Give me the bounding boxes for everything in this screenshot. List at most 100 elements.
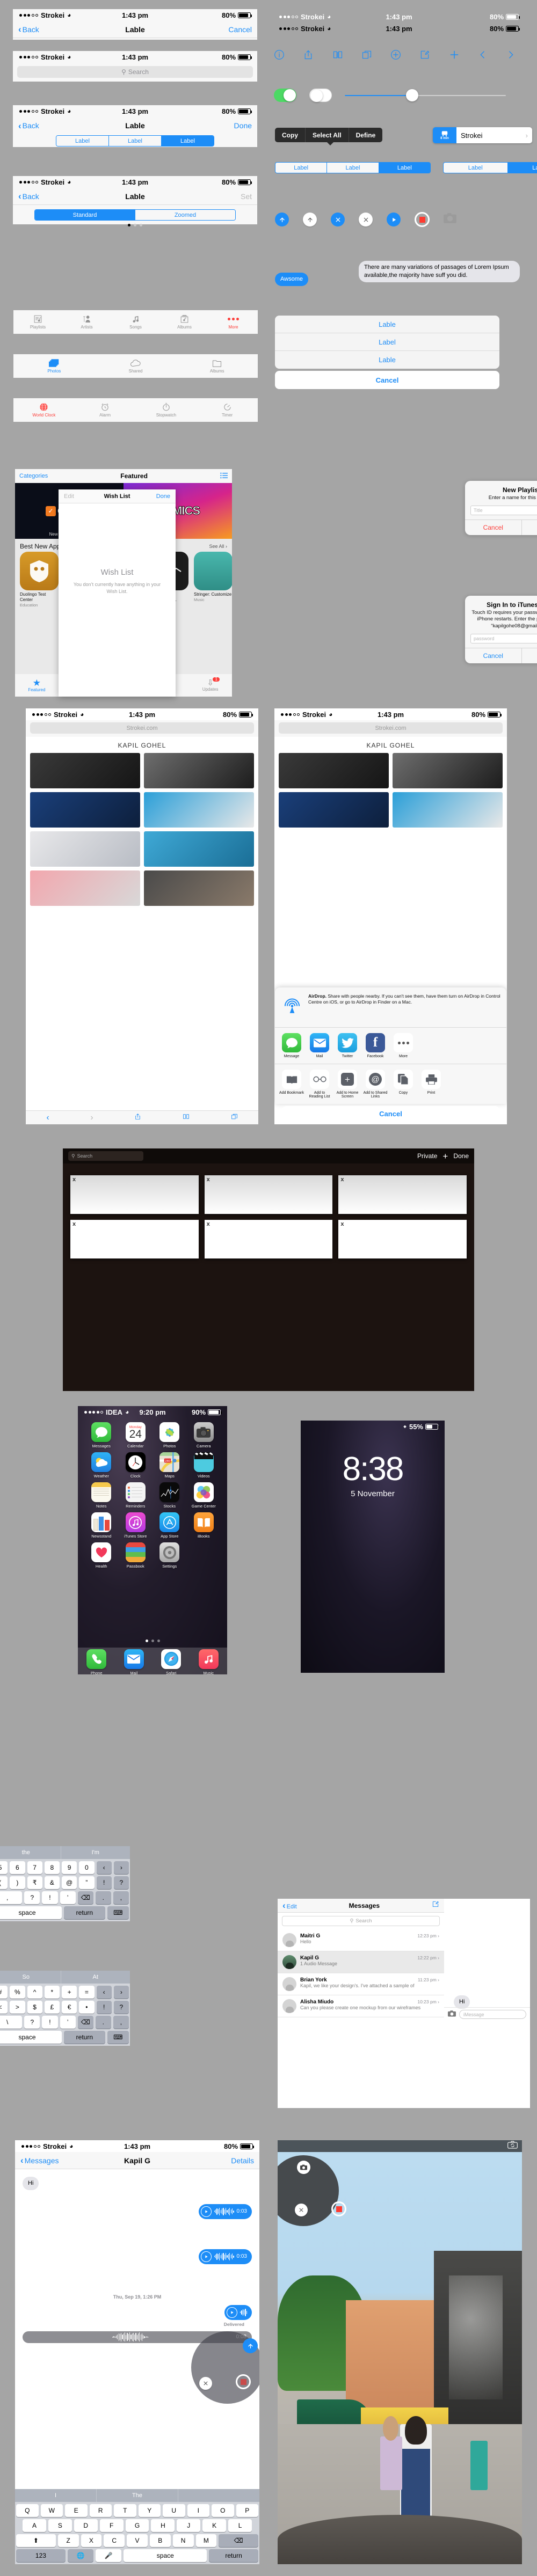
- key-exclaim[interactable]: !: [42, 1891, 58, 1904]
- tab-card[interactable]: x: [70, 1175, 199, 1214]
- backspace-icon[interactable]: ⌫: [77, 2016, 93, 2029]
- segment-label-2[interactable]: Label: [162, 136, 214, 146]
- action-reading-list[interactable]: Add to Reading List: [307, 1070, 332, 1099]
- share-app-twitter[interactable]: Twitter: [335, 1033, 360, 1058]
- tab-card[interactable]: x: [338, 1175, 467, 1214]
- play-icon[interactable]: [200, 2206, 212, 2217]
- play-button[interactable]: [387, 213, 401, 226]
- chevron-left-icon[interactable]: [478, 49, 488, 60]
- app-game-center[interactable]: Game Center: [187, 1482, 221, 1509]
- key-Y[interactable]: Y: [138, 2504, 161, 2517]
- play-icon[interactable]: [226, 2307, 237, 2318]
- key-period[interactable]: .: [95, 2016, 111, 2029]
- portfolio-thumb[interactable]: [30, 792, 140, 828]
- key-L[interactable]: L: [228, 2519, 252, 2532]
- close-tab-icon[interactable]: x: [72, 1221, 76, 1227]
- audio-message-bubble[interactable]: 0:03: [198, 2249, 252, 2264]
- app-settings[interactable]: Settings: [153, 1542, 187, 1569]
- address-input[interactable]: Strokei.com: [279, 722, 503, 734]
- portfolio-thumb[interactable]: [393, 792, 503, 828]
- close-x-button[interactable]: [359, 213, 373, 226]
- stop-record-button[interactable]: [415, 212, 430, 227]
- define-button[interactable]: Define: [349, 128, 383, 142]
- action-copy[interactable]: Copy: [391, 1070, 416, 1099]
- key-plus[interactable]: +: [62, 1986, 77, 1999]
- key-comma[interactable]: ,: [113, 2016, 129, 2029]
- categories-button[interactable]: Categories: [19, 473, 48, 479]
- prediction-2[interactable]: [178, 2489, 259, 2502]
- audio-message-bubble[interactable]: 0:03: [198, 2204, 252, 2219]
- details-button[interactable]: Details: [150, 2156, 254, 2165]
- toggle-switch-on[interactable]: [274, 89, 296, 102]
- prediction-0[interactable]: I: [15, 2489, 97, 2502]
- key-chevron-left[interactable]: ‹: [96, 1861, 112, 1874]
- key-at[interactable]: @: [62, 1876, 77, 1889]
- back-icon[interactable]: ‹: [46, 1113, 49, 1123]
- backspace-icon[interactable]: ⌫: [77, 1891, 93, 1904]
- action-home-screen[interactable]: + Add to Home Screen: [335, 1070, 360, 1099]
- list-item[interactable]: Alisha Miudo 10:23 pm › Can you please c…: [278, 1995, 444, 2017]
- slider-control[interactable]: [345, 89, 506, 102]
- portfolio-thumb[interactable]: [279, 753, 389, 788]
- forward-icon[interactable]: ›: [90, 1113, 93, 1123]
- action-add-bookmark[interactable]: Add Bookmark: [279, 1070, 304, 1099]
- app-videos[interactable]: Videos: [187, 1452, 221, 1479]
- segment-label-1[interactable]: Label: [109, 136, 162, 146]
- close-tab-icon[interactable]: x: [340, 1176, 344, 1183]
- key-dollar[interactable]: $: [27, 2001, 42, 2014]
- dock-phone[interactable]: Phone: [86, 1649, 107, 1674]
- app-weather[interactable]: Weather: [84, 1452, 119, 1479]
- key-5[interactable]: 5: [0, 1861, 8, 1874]
- plus-icon[interactable]: +: [442, 1152, 448, 1161]
- key-question[interactable]: ?: [24, 1891, 40, 1904]
- cancel-button[interactable]: Cancel: [145, 25, 252, 34]
- app-newsstand[interactable]: Newsstand: [84, 1512, 119, 1539]
- messages-search-input[interactable]: ⚲ Search: [282, 1916, 440, 1926]
- prediction-1[interactable]: I'm: [61, 1846, 130, 1859]
- key-question2[interactable]: ?: [24, 2016, 40, 2029]
- segmented-control-label[interactable]: Label Label Label: [56, 135, 214, 147]
- close-tab-icon[interactable]: x: [207, 1176, 210, 1183]
- portfolio-thumb[interactable]: [144, 870, 254, 906]
- segment-standard[interactable]: Standard: [35, 210, 135, 220]
- tab-stopwatch[interactable]: Stopwatch: [136, 402, 197, 418]
- app-clock[interactable]: Clock: [119, 1452, 153, 1479]
- share-icon[interactable]: [303, 49, 314, 60]
- camera-shutter-button[interactable]: [297, 2161, 310, 2174]
- tab-more[interactable]: More: [209, 314, 258, 330]
- back-button[interactable]: ‹ Back: [18, 25, 125, 34]
- share-sheet-cancel-button[interactable]: Cancel: [282, 1106, 499, 1121]
- portfolio-thumb[interactable]: [30, 870, 140, 906]
- key-return[interactable]: return: [209, 2549, 258, 2562]
- tab-playlists[interactable]: Playlists: [13, 314, 62, 330]
- prediction-0[interactable]: So: [0, 1971, 61, 1984]
- cancel-button[interactable]: Cancel: [465, 520, 522, 536]
- hide-keyboard-icon[interactable]: ⌨: [107, 1906, 129, 1919]
- portfolio-thumb[interactable]: [144, 831, 254, 867]
- key-less-than[interactable]: <: [0, 2001, 8, 2014]
- maps-eta-bubble[interactable]: 8 min Strokei ›: [433, 127, 532, 143]
- share-app-message[interactable]: Message: [279, 1033, 304, 1058]
- tabs-icon[interactable]: [361, 49, 372, 60]
- portfolio-thumb[interactable]: [30, 753, 140, 788]
- app-calendar[interactable]: Monday 24 Calendar: [119, 1422, 153, 1448]
- tab-card[interactable]: x: [204, 1175, 333, 1214]
- list-item[interactable]: Maitri G 12:23 pm › Hello: [278, 1929, 444, 1951]
- tab-card[interactable]: x: [70, 1220, 199, 1258]
- key-R[interactable]: R: [89, 2504, 112, 2517]
- close-tab-icon[interactable]: x: [207, 1221, 210, 1227]
- app-stocks[interactable]: Stocks: [153, 1482, 187, 1509]
- key-return[interactable]: return: [64, 1906, 105, 1919]
- camera-gray-icon[interactable]: [444, 213, 456, 226]
- segmented-control-label-3[interactable]: Label Label: [443, 162, 537, 173]
- info-icon[interactable]: [274, 49, 285, 60]
- key-F[interactable]: F: [99, 2519, 124, 2532]
- key-question[interactable]: ?: [113, 1876, 129, 1889]
- app-camera[interactable]: Camera: [187, 1422, 221, 1448]
- copy-button[interactable]: Copy: [275, 128, 306, 142]
- key-A[interactable]: A: [23, 2519, 46, 2532]
- key-chevron-right[interactable]: ›: [113, 1986, 129, 1999]
- imessage-input[interactable]: iMessage: [459, 2010, 526, 2019]
- key-return[interactable]: return: [64, 2031, 105, 2044]
- list-item[interactable]: Kapil G 12:22 pm › 1 Audio Message: [278, 1951, 444, 1973]
